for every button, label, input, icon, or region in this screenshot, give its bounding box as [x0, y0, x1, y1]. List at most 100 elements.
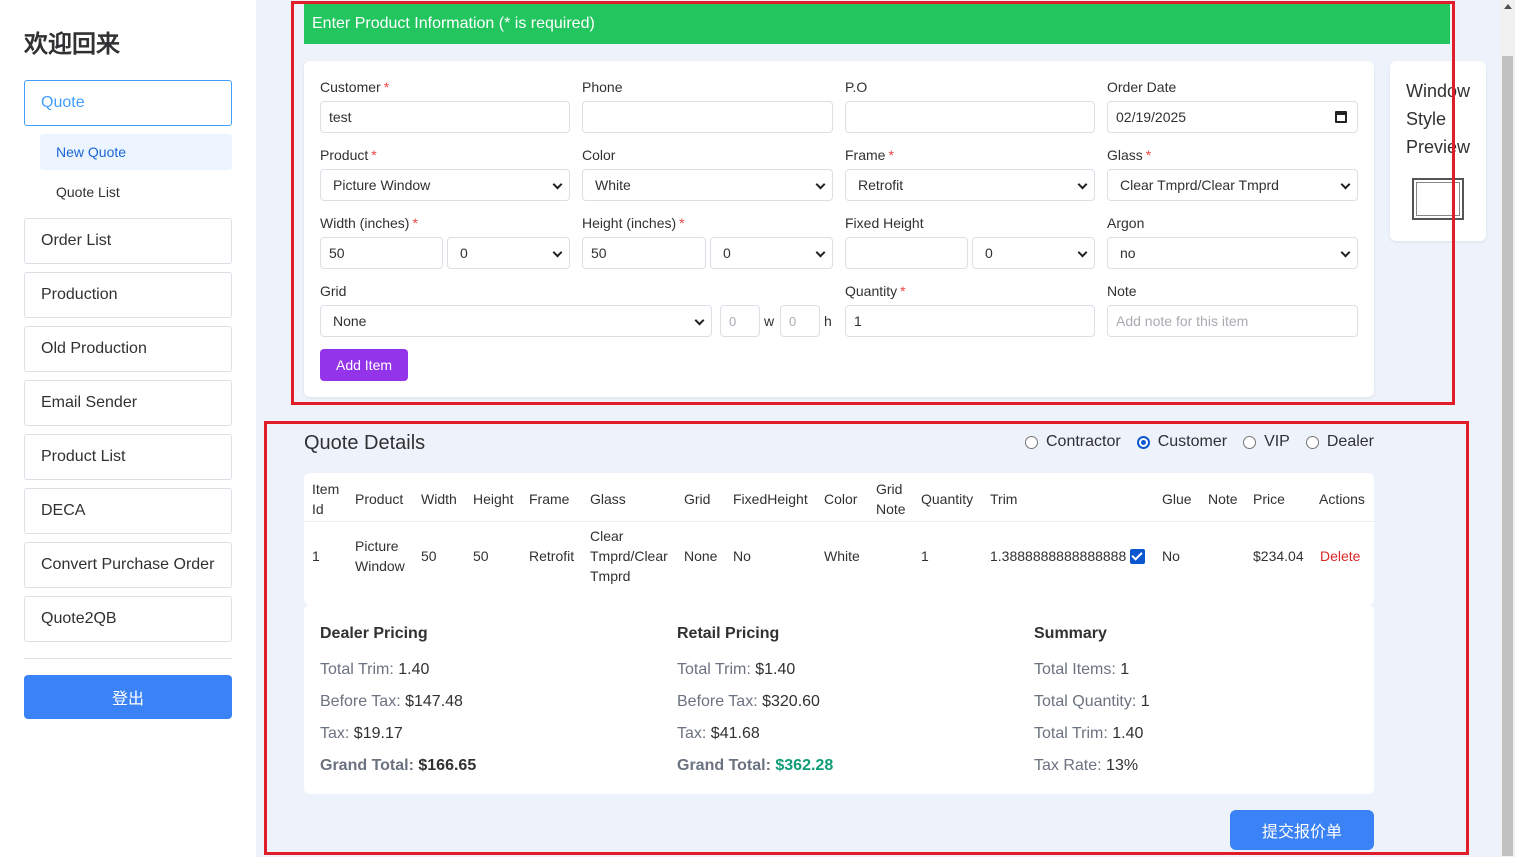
welcome-title: 欢迎回来 [24, 30, 120, 58]
col-quantity: Quantity [921, 491, 974, 507]
color-select[interactable]: White [582, 169, 833, 201]
summary-total-trim: Total Trim: 1.40 [1034, 725, 1144, 742]
fixed-height-label: Fixed Height [845, 215, 924, 231]
grid-select[interactable]: None [320, 305, 712, 337]
nav-quote[interactable]: Quote [24, 80, 232, 126]
col-grid-note: Grid Note [876, 481, 906, 517]
col-fixed-height: FixedHeight [733, 491, 808, 507]
radio-vip[interactable]: VIP [1243, 433, 1290, 451]
page-scrollbar[interactable] [1500, 0, 1515, 857]
col-width: Width [421, 491, 457, 507]
phone-input[interactable] [582, 101, 833, 133]
price-type-radio-group: Contractor Customer VIP Dealer [1025, 433, 1390, 451]
nav-email-sender[interactable]: Email Sender [24, 380, 232, 426]
dealer-total-trim: Total Trim: 1.40 [320, 661, 430, 678]
note-label: Note [1107, 283, 1137, 299]
frame-label: Frame * [845, 147, 894, 163]
grid-width-input[interactable]: 0 [720, 305, 760, 337]
product-select[interactable]: Picture Window [320, 169, 570, 201]
submit-quote-button[interactable]: 提交报价单 [1230, 810, 1374, 850]
nav-production[interactable]: Production [24, 272, 232, 318]
quote-details-title: Quote Details [304, 432, 426, 454]
note-input[interactable]: Add note for this item [1107, 305, 1358, 337]
radio-contractor[interactable]: Contractor [1025, 433, 1121, 451]
col-grid: Grid [684, 491, 711, 507]
summary-title: Summary [1034, 625, 1107, 642]
add-item-button[interactable]: Add Item [320, 349, 408, 381]
calendar-icon[interactable] [1335, 111, 1347, 123]
trim-checkbox[interactable] [1130, 549, 1145, 564]
retail-before-tax: Before Tax: $320.60 [677, 693, 820, 710]
nav-deca[interactable]: DECA [24, 488, 232, 534]
col-price: Price [1253, 491, 1285, 507]
radio-customer[interactable]: Customer [1136, 433, 1227, 451]
col-glue: Glue [1162, 491, 1192, 507]
width-input[interactable]: 50 [320, 237, 443, 269]
customer-input[interactable]: test [320, 101, 570, 133]
logout-button[interactable]: 登出 [24, 675, 232, 719]
width-label: Width (inches) * [320, 215, 418, 231]
chevron-down-icon [1077, 247, 1088, 258]
argon-label: Argon [1107, 215, 1145, 231]
radio-button[interactable] [1305, 435, 1319, 449]
cell-quantity: 1 [921, 548, 929, 564]
cell-product: Picture Window [355, 538, 405, 574]
summary-total-items: Total Items: 1 [1034, 661, 1130, 678]
scroll-up-arrow-icon[interactable] [1504, 4, 1512, 9]
nav-order-list[interactable]: Order List [24, 218, 232, 264]
color-label: Color [582, 147, 616, 163]
product-info-header: Enter Product Information (* is required… [304, 4, 1450, 44]
po-input[interactable] [845, 101, 1095, 133]
grid-h-label: h [824, 313, 832, 329]
summary-tax-rate: Tax Rate: 13% [1034, 757, 1139, 774]
fixed-height-fraction-select[interactable]: 0 [972, 237, 1095, 269]
cell-glass: Clear Tmprd/Clear Tmprd [590, 528, 668, 584]
quantity-input[interactable]: 1 [845, 305, 1095, 337]
summary-total-quantity: Total Quantity: 1 [1034, 693, 1150, 710]
nav-new-quote[interactable]: New Quote [40, 134, 232, 170]
radio-button[interactable] [1025, 435, 1038, 449]
delete-button[interactable]: Delete [1320, 546, 1360, 566]
height-fraction-select[interactable]: 0 [710, 237, 833, 269]
retail-pricing-title: Retail Pricing [677, 625, 780, 642]
radio-button-checked[interactable] [1136, 435, 1150, 449]
order-date-input[interactable]: 02/19/2025 [1107, 101, 1358, 133]
grid-height-input[interactable]: 0 [780, 305, 820, 337]
order-date-label: Order Date [1107, 79, 1177, 95]
col-product: Product [355, 491, 404, 507]
cell-grid: None [684, 548, 718, 564]
chevron-down-icon [1340, 179, 1351, 190]
col-trim: Trim [990, 491, 1018, 507]
cell-frame: Retrofit [529, 548, 575, 564]
fixed-height-input[interactable] [845, 237, 968, 269]
nav-old-production[interactable]: Old Production [24, 326, 232, 372]
dealer-tax: Tax: $19.17 [320, 725, 403, 742]
cell-trim[interactable]: 1.3888888888888888 [990, 546, 1126, 566]
scrollbar-thumb[interactable] [1502, 56, 1513, 856]
chevron-down-icon [552, 179, 563, 190]
product-label: Product * [320, 147, 377, 163]
glass-select[interactable]: Clear Tmprd/Clear Tmprd [1107, 169, 1358, 201]
frame-select[interactable]: Retrofit [845, 169, 1095, 201]
grid-label: Grid [320, 283, 347, 299]
radio-button[interactable] [1243, 435, 1257, 449]
nav-product-list[interactable]: Product List [24, 434, 232, 480]
phone-label: Phone [582, 79, 623, 95]
order-date-value: 02/19/2025 [1116, 109, 1187, 125]
cell-price: $234.04 [1253, 548, 1304, 564]
argon-select[interactable]: no [1107, 237, 1358, 269]
quote-items-table: Item Id Product Width Height Frame Glass … [304, 473, 1374, 605]
col-glass: Glass [590, 491, 626, 507]
col-color: Color [824, 491, 858, 507]
sidebar: 欢迎回来 Quote New Quote Quote List Order Li… [0, 0, 256, 857]
retail-total-trim: Total Trim: $1.40 [677, 661, 796, 678]
retail-tax: Tax: $41.68 [677, 725, 760, 742]
width-fraction-select[interactable]: 0 [447, 237, 570, 269]
nav-quote-list[interactable]: Quote List [40, 174, 232, 210]
radio-dealer[interactable]: Dealer [1305, 433, 1374, 451]
cell-fixed-height: No [733, 548, 751, 564]
window-style-preview: Window Style Preview [1390, 61, 1486, 241]
nav-quote2qb[interactable]: Quote2QB [24, 596, 232, 642]
nav-convert-purchase-order[interactable]: Convert Purchase Order [24, 542, 232, 588]
height-input[interactable]: 50 [582, 237, 706, 269]
